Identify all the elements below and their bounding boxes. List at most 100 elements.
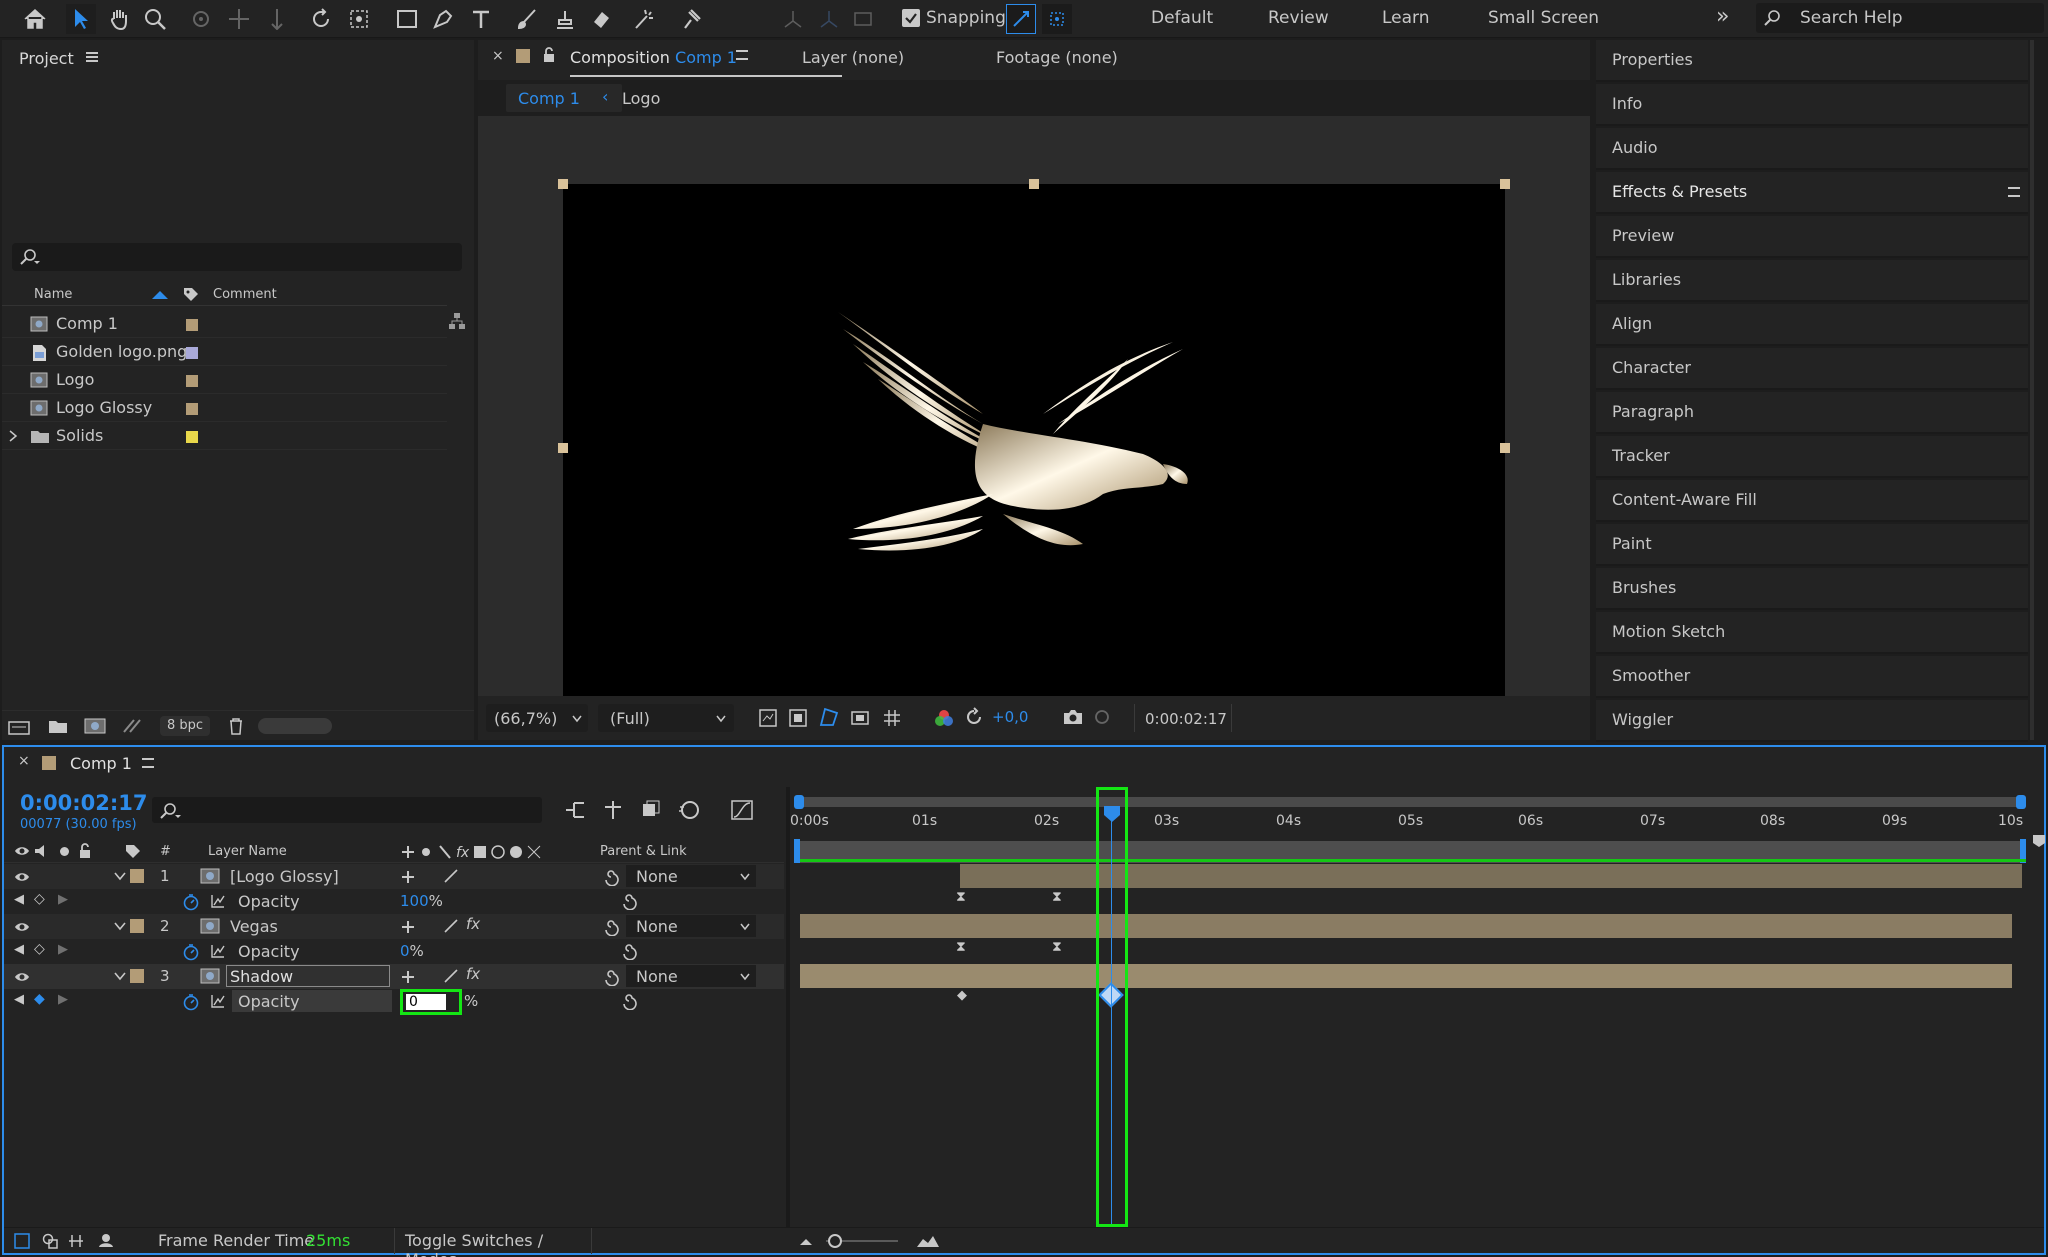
axis-world-icon[interactable]: [814, 4, 844, 34]
panel-audio[interactable]: Audio: [1596, 128, 2028, 170]
parent-dropdown[interactable]: None: [626, 915, 756, 937]
layer-bar-shadow[interactable]: [800, 964, 2012, 988]
transform-handle[interactable]: [1500, 443, 1510, 453]
transform-handle[interactable]: [1500, 179, 1510, 189]
composition-viewer[interactable]: [478, 116, 1590, 717]
opacity-value-input[interactable]: 0: [400, 989, 462, 1015]
prev-keyframe-icon[interactable]: ◀: [14, 992, 24, 1007]
add-keyframe-icon[interactable]: ◇: [34, 941, 45, 957]
clone-stamp-tool-icon[interactable]: [550, 4, 580, 34]
panel-smoother[interactable]: Smoother: [1596, 656, 2028, 698]
timeline-tab-title[interactable]: Comp 1: [70, 754, 132, 773]
workspace-default[interactable]: Default: [1151, 8, 1213, 28]
zoom-tool-icon[interactable]: [140, 4, 170, 34]
comp-canvas[interactable]: [563, 184, 1505, 712]
project-search-input[interactable]: [12, 243, 462, 271]
comp-marker-bin-icon[interactable]: [2032, 833, 2046, 847]
panel-preview[interactable]: Preview: [1596, 216, 2028, 258]
label-color-swatch[interactable]: [186, 403, 198, 415]
project-item[interactable]: Golden logo.png: [2, 338, 447, 366]
column-layer-name[interactable]: Layer Name: [208, 844, 287, 859]
label-color-swatch[interactable]: [186, 375, 198, 387]
effects-switch-icon[interactable]: fx: [466, 965, 480, 983]
orbit-camera-icon[interactable]: [186, 4, 216, 34]
right-panel-scrollbar[interactable]: [2030, 40, 2034, 740]
workspace-learn[interactable]: Learn: [1382, 8, 1430, 28]
parent-dropdown[interactable]: None: [626, 965, 756, 987]
panel-wiggler[interactable]: Wiggler: [1596, 700, 2028, 742]
dolly-camera-icon[interactable]: [262, 4, 292, 34]
rotation-tool-icon[interactable]: [306, 4, 336, 34]
panel-paint[interactable]: Paint: [1596, 524, 2028, 566]
prev-keyframe-icon[interactable]: ◀: [14, 892, 24, 907]
label-color-swatch[interactable]: [186, 347, 198, 359]
panel-content-aware-fill[interactable]: Content-Aware Fill: [1596, 480, 2028, 522]
navigator-start-handle[interactable]: [794, 795, 804, 809]
layer-row[interactable]: 1 [Logo Glossy] None: [4, 864, 784, 889]
flowchart-icon[interactable]: [448, 312, 466, 334]
hand-tool-icon[interactable]: [104, 4, 134, 34]
breadcrumb-comp1[interactable]: Comp 1 ‹: [506, 84, 622, 112]
label-color-swatch[interactable]: [130, 869, 144, 883]
roto-brush-tool-icon[interactable]: [630, 4, 660, 34]
panel-motion-sketch[interactable]: Motion Sketch: [1596, 612, 2028, 654]
keyframe-hold-icon[interactable]: ⧗: [956, 889, 966, 905]
selection-tool-icon[interactable]: [66, 4, 96, 34]
label-color-swatch[interactable]: [186, 319, 198, 331]
breadcrumb-logo[interactable]: Logo: [622, 89, 660, 108]
search-help-field[interactable]: Search Help: [1756, 3, 2044, 33]
keyframe-hold-icon[interactable]: ⧗: [1052, 939, 1062, 955]
transform-handle[interactable]: [558, 443, 568, 453]
composition-menu-icon[interactable]: [736, 50, 748, 60]
timeline-current-time[interactable]: 0:00:02:17: [20, 791, 147, 815]
axis-view-icon[interactable]: [848, 4, 878, 34]
timeline-search-input[interactable]: [152, 797, 542, 823]
panel-paragraph[interactable]: Paragraph: [1596, 392, 2028, 434]
panel-tracker[interactable]: Tracker: [1596, 436, 2028, 478]
pan-camera-icon[interactable]: [224, 4, 254, 34]
label-color-swatch[interactable]: [186, 431, 198, 443]
project-menu-icon[interactable]: [86, 52, 98, 62]
panel-character[interactable]: Character: [1596, 348, 2028, 390]
timeline-menu-icon[interactable]: [142, 758, 154, 768]
property-value[interactable]: 100%: [400, 892, 443, 910]
panel-effects-presets[interactable]: Effects & Presets: [1596, 172, 2028, 214]
close-icon[interactable]: ×: [18, 753, 30, 769]
add-keyframe-icon[interactable]: ◇: [34, 891, 45, 907]
panel-properties[interactable]: Properties: [1596, 40, 2028, 82]
project-item[interactable]: Logo Glossy: [2, 394, 447, 422]
brush-tool-icon[interactable]: [512, 4, 542, 34]
prev-keyframe-icon[interactable]: ◀: [14, 942, 24, 957]
workspace-review[interactable]: Review: [1268, 8, 1329, 28]
next-keyframe-icon[interactable]: ▶: [58, 892, 68, 907]
label-color-swatch[interactable]: [130, 919, 144, 933]
panel-brushes[interactable]: Brushes: [1596, 568, 2028, 610]
column-name[interactable]: Name: [34, 287, 72, 302]
resolution-dropdown[interactable]: (Full): [598, 704, 734, 732]
snap-edges-icon[interactable]: [1006, 4, 1036, 34]
toggle-switches-modes-button[interactable]: Toggle Switches / Modes: [394, 1228, 592, 1257]
layer-bar-vegas[interactable]: [800, 914, 2012, 938]
layer-tab[interactable]: Layer (none): [802, 48, 904, 67]
time-ruler[interactable]: 0:00s 01s 02s 03s 04s 05s 06s 07s 08s 09…: [790, 813, 2030, 841]
timeline-graph[interactable]: 0:00s 01s 02s 03s 04s 05s 06s 07s 08s 09…: [790, 787, 2042, 1227]
column-comment[interactable]: Comment: [213, 287, 277, 302]
keyframe-hold-icon[interactable]: ⧗: [956, 939, 966, 955]
keyframe-hold-icon[interactable]: ⧗: [1052, 889, 1062, 905]
navigator-end-handle[interactable]: [2016, 795, 2026, 809]
pen-tool-icon[interactable]: [428, 4, 458, 34]
parent-dropdown[interactable]: None: [626, 865, 756, 887]
home-icon[interactable]: [20, 4, 50, 34]
next-keyframe-icon[interactable]: ▶: [58, 942, 68, 957]
panel-align[interactable]: Align: [1596, 304, 2028, 346]
axis-local-icon[interactable]: [778, 4, 808, 34]
transform-handle[interactable]: [558, 179, 568, 189]
solo-icon[interactable]: [60, 847, 69, 856]
project-item[interactable]: Comp 1: [2, 310, 447, 338]
eraser-tool-icon[interactable]: [586, 4, 616, 34]
time-navigator[interactable]: [798, 797, 2026, 807]
thumbnail-size-slider[interactable]: [258, 718, 332, 734]
puppet-pin-tool-icon[interactable]: [676, 4, 706, 34]
anchor-point-tool-icon[interactable]: [344, 4, 374, 34]
layer-name[interactable]: [Logo Glossy]: [230, 867, 339, 886]
